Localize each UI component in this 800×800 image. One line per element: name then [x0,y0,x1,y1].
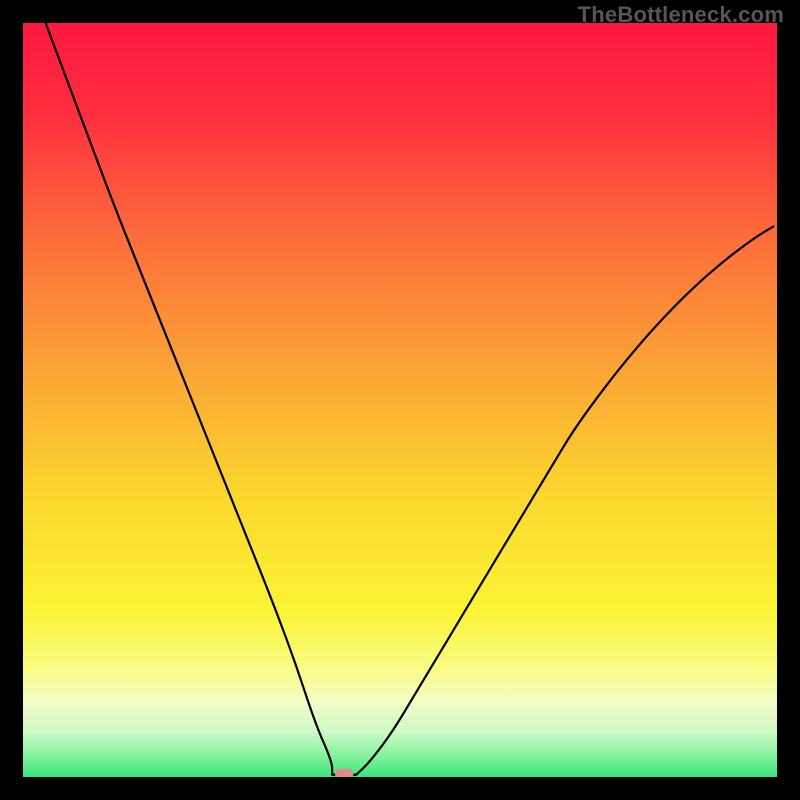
chart-container: TheBottleneck.com [0,0,800,800]
plot-background [23,23,777,777]
watermark-text: TheBottleneck.com [578,2,784,28]
bottleneck-chart [0,0,800,800]
